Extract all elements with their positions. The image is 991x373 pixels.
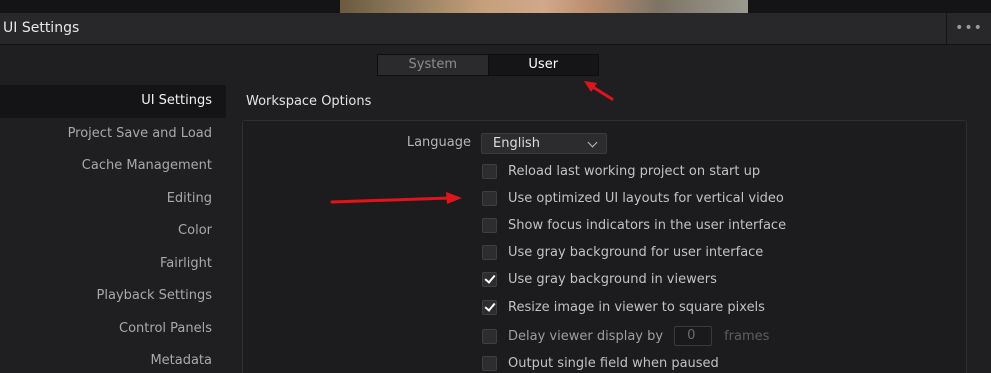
sidebar-item-project-save-and-load[interactable]: Project Save and Load <box>0 118 226 151</box>
annotation-arrow-icon <box>584 81 614 101</box>
option-reload-last-project: Reload last working project on start up <box>482 161 760 181</box>
checkbox-checked[interactable] <box>482 271 497 287</box>
option-label: Use gray background in viewers <box>508 271 717 287</box>
checkbox-checked[interactable] <box>482 299 497 315</box>
window-title: UI Settings <box>3 20 80 36</box>
option-delay-viewer-display: Delay viewer display by 0 frames <box>482 326 769 346</box>
checkbox[interactable] <box>482 328 497 344</box>
option-label: Delay viewer display by <box>508 328 664 344</box>
sidebar-item-playback-settings[interactable]: Playback Settings <box>0 280 226 313</box>
sidebar-item-control-panels[interactable]: Control Panels <box>0 313 226 346</box>
option-square-pixels: Resize image in viewer to square pixels <box>482 297 765 317</box>
checkbox[interactable] <box>482 190 497 206</box>
title-bar: UI Settings <box>0 13 991 45</box>
option-output-single-field: Output single field when paused <box>482 353 719 373</box>
option-vertical-video-layouts: Use optimized UI layouts for vertical vi… <box>482 188 784 208</box>
viewer-strip <box>0 0 991 13</box>
option-label: Use optimized UI layouts for vertical vi… <box>508 190 784 206</box>
option-gray-ui-background: Use gray background for user interface <box>482 242 763 262</box>
chevron-down-icon <box>587 137 598 148</box>
option-focus-indicators: Show focus indicators in the user interf… <box>482 215 786 235</box>
language-label: Language <box>406 135 471 150</box>
sidebar-item-fairlight[interactable]: Fairlight <box>0 248 226 281</box>
checkbox[interactable] <box>482 163 497 179</box>
sidebar-item-ui-settings[interactable]: UI Settings <box>0 85 226 118</box>
frames-unit-label: frames <box>724 328 770 344</box>
section-title: Workspace Options <box>246 94 372 109</box>
checkbox[interactable] <box>482 244 497 260</box>
delay-frames-input[interactable]: 0 <box>674 326 713 346</box>
checkbox[interactable] <box>482 217 497 233</box>
option-label: Show focus indicators in the user interf… <box>508 217 787 233</box>
settings-sidebar: UI Settings Project Save and Load Cache … <box>0 85 226 373</box>
sidebar-item-editing[interactable]: Editing <box>0 183 226 216</box>
option-label: Reload last working project on start up <box>508 163 761 179</box>
sidebar-item-color[interactable]: Color <box>0 215 226 248</box>
tab-system[interactable]: System <box>378 55 489 75</box>
sidebar-item-cache-management[interactable]: Cache Management <box>0 150 226 183</box>
language-value: English <box>493 136 540 151</box>
option-gray-viewer-background: Use gray background in viewers <box>482 269 717 289</box>
option-label: Resize image in viewer to square pixels <box>508 299 765 315</box>
language-select[interactable]: English <box>481 133 607 154</box>
tab-user[interactable]: User <box>488 55 598 75</box>
app-window: UI Settings ••• System User UI Settings … <box>0 0 991 373</box>
checkbox[interactable] <box>482 355 497 371</box>
viewer-image <box>340 0 748 13</box>
option-label: Output single field when paused <box>508 355 719 371</box>
more-options-button[interactable]: ••• <box>946 13 991 44</box>
option-label: Use gray background for user interface <box>508 244 764 260</box>
settings-tabs: System User <box>377 54 599 76</box>
sidebar-item-metadata[interactable]: Metadata <box>0 345 226 373</box>
more-horizontal-icon: ••• <box>955 20 983 36</box>
